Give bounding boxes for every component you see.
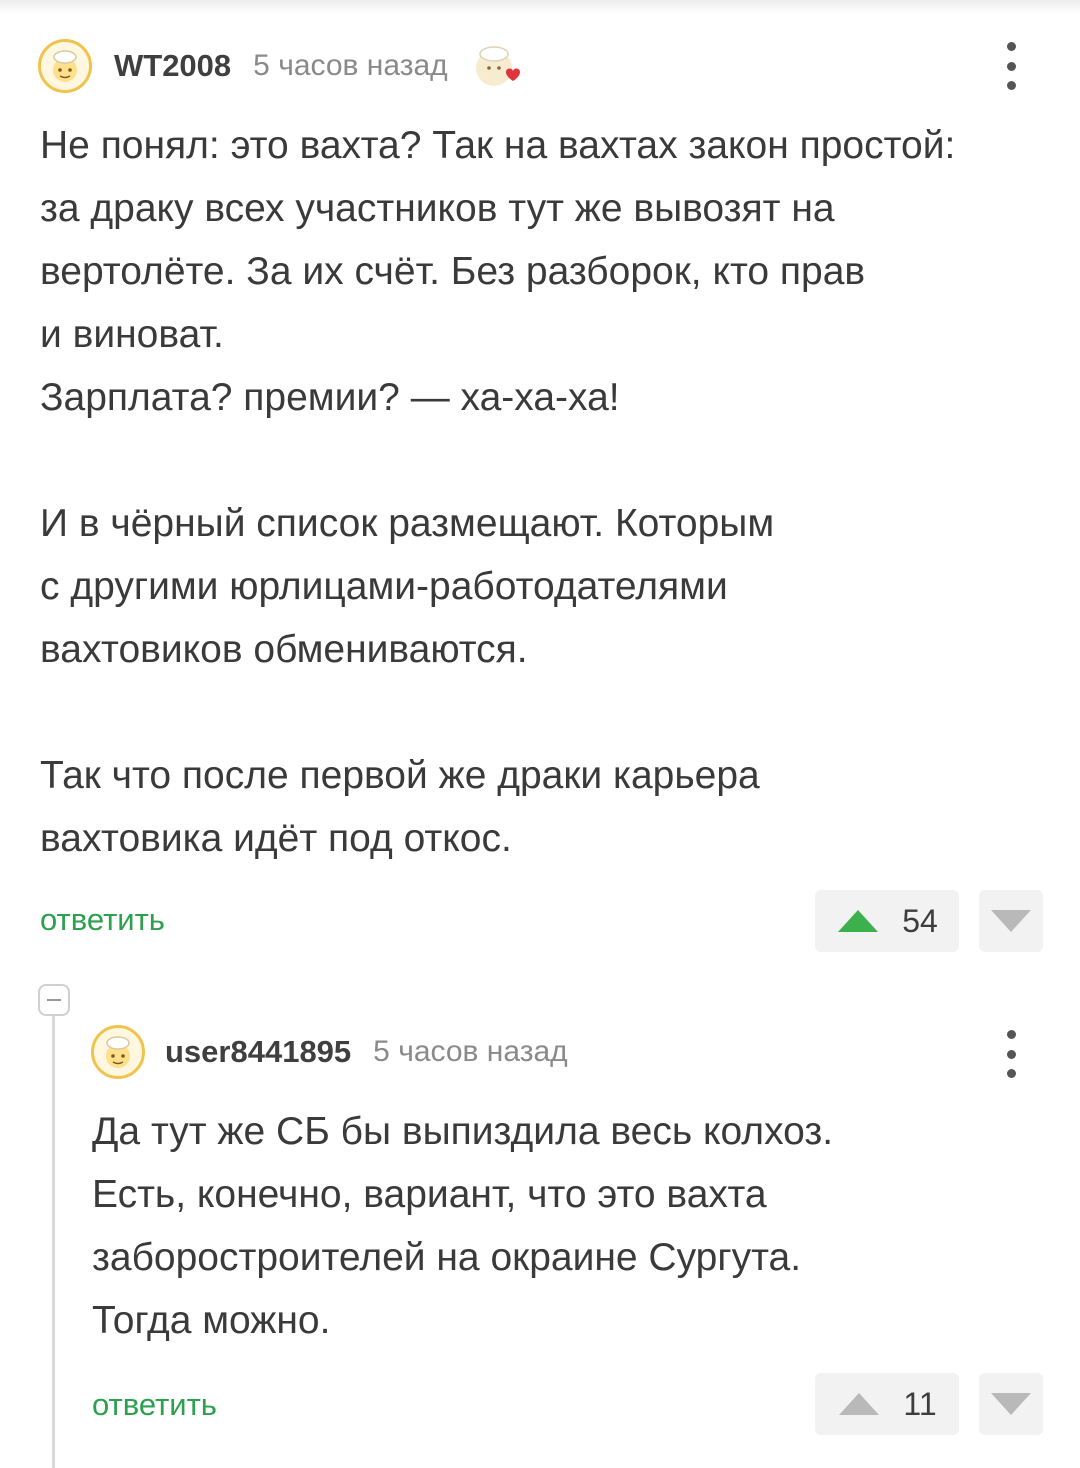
thread-line xyxy=(52,1006,55,1468)
text-line: Так что после первой же драки карьера xyxy=(40,754,760,797)
reply-button[interactable]: ответить xyxy=(40,902,165,938)
text-line: Тогда можно. xyxy=(92,1299,331,1342)
rating-count: 54 xyxy=(902,902,938,939)
comment-header: user8441895 5 часов назад xyxy=(91,1025,568,1079)
text-line: вахтовиков обмениваются. xyxy=(40,628,528,671)
comment-body: Не понял: это вахта? Так на вахтах закон… xyxy=(40,114,955,870)
heart-badge-icon xyxy=(475,46,520,86)
arrow-down-icon xyxy=(991,1393,1031,1415)
arrow-down-icon xyxy=(991,910,1031,932)
arrow-up-icon xyxy=(839,1393,880,1415)
arrow-up-icon xyxy=(838,910,879,932)
comment-time: 5 часов назад xyxy=(253,49,448,82)
downvote-button[interactable] xyxy=(979,1373,1043,1435)
avatar-icon[interactable] xyxy=(38,39,92,93)
text-line: за драку всех участников тут же вывозят … xyxy=(40,187,835,230)
text-line: Есть, конечно, вариант, что это вахта xyxy=(92,1173,767,1216)
top-fade xyxy=(0,0,1080,14)
text-line: вахтовика идёт под откос. xyxy=(40,817,512,860)
text-line: и виноват. xyxy=(40,313,224,356)
comment-header: WT2008 5 часов назад xyxy=(38,38,524,94)
username[interactable]: WT2008 xyxy=(114,48,231,84)
comment-body: Да тут же СБ бы выпиздила весь колхоз. Е… xyxy=(92,1100,833,1352)
text-line: вертолёте. За их счёт. Без разборок, кто… xyxy=(40,250,866,293)
text-line: забороcтроителей на окраине Сургута. xyxy=(92,1236,802,1279)
reply-button[interactable]: ответить xyxy=(92,1387,217,1423)
rating-count: 11 xyxy=(903,1385,937,1422)
avatar-icon[interactable] xyxy=(91,1025,145,1079)
upvote-button[interactable]: 11 xyxy=(815,1373,959,1435)
collapse-icon[interactable] xyxy=(38,984,70,1016)
upvote-button[interactable]: 54 xyxy=(815,890,959,952)
username[interactable]: user8441895 xyxy=(165,1034,351,1070)
more-dots-icon[interactable] xyxy=(1001,1030,1021,1078)
comment-time: 5 часов назад xyxy=(373,1035,568,1068)
text-line: с другими юрлицами-работодателями xyxy=(40,565,728,608)
downvote-button[interactable] xyxy=(979,890,1043,952)
text-line: Зарплата? премии? — ха-ха-ха! xyxy=(40,376,620,419)
text-line: И в чёрный список размещают. Которым xyxy=(40,502,775,545)
more-dots-icon[interactable] xyxy=(1001,42,1021,90)
text-line: Не понял: это вахта? Так на вахтах закон… xyxy=(40,124,956,167)
text-line: Да тут же СБ бы выпиздила весь колхоз. xyxy=(92,1110,834,1153)
